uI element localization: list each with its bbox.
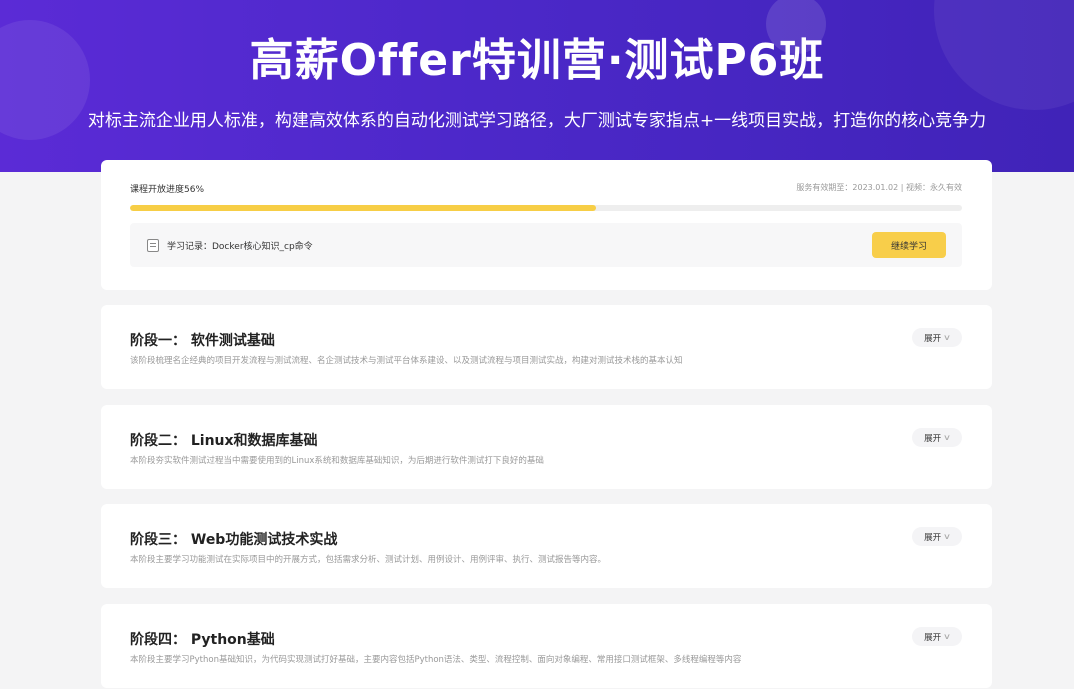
stage-description: 本阶段夯实软件测试过程当中需要使用到的Linux系统和数据库基础知识，为后期进行…	[130, 456, 544, 466]
stage-title: 阶段二： Linux和数据库基础	[130, 433, 318, 449]
notebook-icon	[147, 239, 159, 252]
chevron-down-icon: ∨	[942, 532, 952, 541]
chevron-down-icon: ∨	[942, 632, 952, 641]
chevron-down-icon: ∨	[942, 333, 952, 342]
stage-title: 阶段三： Web功能测试技术实战	[130, 532, 338, 548]
stage-card[interactable]: 阶段二： Linux和数据库基础 本阶段夯实软件测试过程当中需要使用到的Linu…	[101, 405, 992, 489]
course-title: 高薪Offer特训营·测试P6班	[249, 35, 825, 86]
expand-button[interactable]: 展开 ∨	[912, 328, 962, 347]
expand-button[interactable]: 展开 ∨	[912, 428, 962, 447]
expand-label: 展开	[924, 333, 942, 344]
continue-learning-button[interactable]: 继续学习	[872, 232, 946, 258]
progress-label: 课程开放进度56%	[130, 185, 205, 195]
stage-description: 本阶段主要学习Python基础知识，为代码实现测试打好基础，主要内容包括Pyth…	[130, 655, 742, 665]
study-record-text[interactable]: 学习记录：Docker核心知识_cp命令	[167, 239, 313, 252]
stage-card[interactable]: 阶段三： Web功能测试技术实战 本阶段主要学习功能测试在实际项目中的开展方式，…	[101, 504, 992, 588]
expand-button[interactable]: 展开 ∨	[912, 627, 962, 646]
service-validity: 服务有效期至：2023.01.02 | 视频：永久有效	[796, 183, 962, 192]
stage-title: 阶段一： 软件测试基础	[130, 333, 275, 349]
study-record: 学习记录：Docker核心知识_cp命令 继续学习	[130, 223, 962, 267]
stage-card[interactable]: 阶段四： Python基础 本阶段主要学习Python基础知识，为代码实现测试打…	[101, 604, 992, 688]
expand-button[interactable]: 展开 ∨	[912, 527, 962, 546]
chevron-down-icon: ∨	[942, 433, 952, 442]
progress-bar	[130, 205, 962, 211]
stage-card[interactable]: 阶段一： 软件测试基础 该阶段梳理名企经典的项目开发流程与测试流程、名企测试技术…	[101, 305, 992, 389]
stage-title: 阶段四： Python基础	[130, 632, 275, 648]
expand-label: 展开	[924, 632, 942, 643]
stage-description: 本阶段主要学习功能测试在实际项目中的开展方式，包括需求分析、测试计划、用例设计、…	[130, 555, 607, 565]
course-subtitle: 对标主流企业用人标准，构建高效体系的自动化测试学习路径，大厂测试专家指点+一线项…	[87, 111, 987, 131]
expand-label: 展开	[924, 433, 942, 444]
progress-bar-fill	[130, 205, 596, 211]
course-banner: 高薪Offer特训营·测试P6班 对标主流企业用人标准，构建高效体系的自动化测试…	[0, 0, 1074, 172]
stage-description: 该阶段梳理名企经典的项目开发流程与测试流程、名企测试技术与测试平台体系建设、以及…	[130, 356, 683, 366]
progress-card: 课程开放进度56% 服务有效期至：2023.01.02 | 视频：永久有效 学习…	[101, 160, 992, 290]
expand-label: 展开	[924, 532, 942, 543]
